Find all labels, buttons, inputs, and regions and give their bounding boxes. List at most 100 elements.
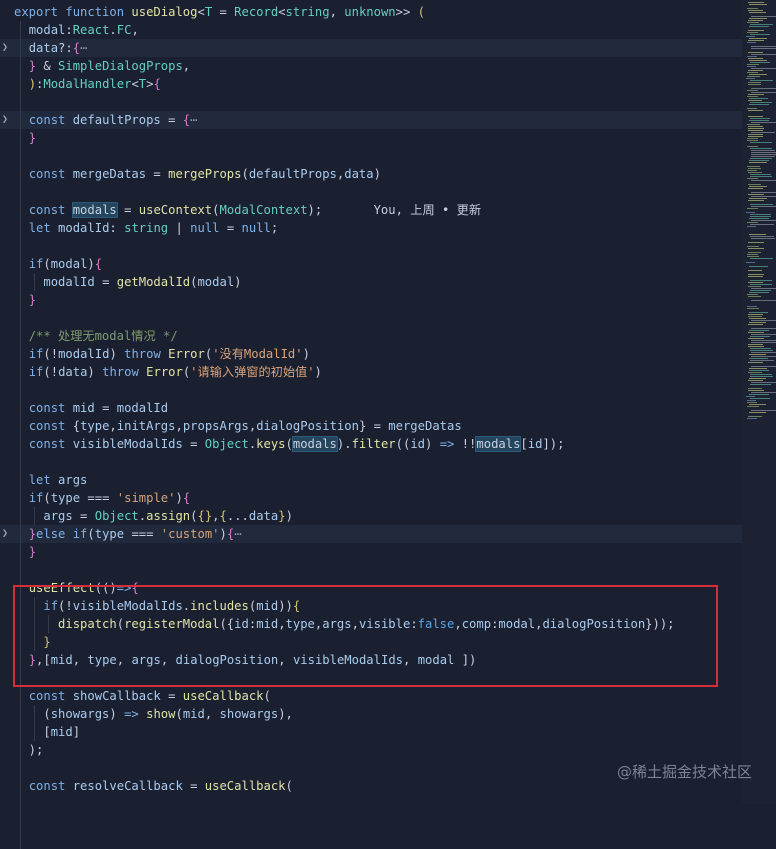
code-line[interactable] <box>0 381 742 399</box>
code-line[interactable]: useEffect(()=>{ <box>0 579 742 597</box>
code-line[interactable]: if(!data) throw Error('请输入弹窗的初始值') <box>0 363 742 381</box>
code-token: type <box>94 527 125 541</box>
code-line[interactable]: if(!visibleModalIds.includes(mid)){ <box>0 597 742 615</box>
code-token: Record <box>234 5 279 19</box>
minimap-line <box>748 416 762 417</box>
code-line[interactable]: ❯ data?:{⋯ <box>0 39 742 57</box>
code-line[interactable]: ); <box>0 741 742 759</box>
code-line[interactable]: const visibleModalIds = Object.keys(moda… <box>0 435 742 453</box>
code-token: } <box>278 509 286 523</box>
code-token: modals <box>71 202 118 218</box>
code-line[interactable]: dispatch(registerModal({id:mid,type,args… <box>0 615 742 633</box>
code-line[interactable]: args = Object.assign({},{...data}) <box>0 507 742 525</box>
code-line[interactable]: const modals = useContext(ModalContext);… <box>0 201 742 219</box>
code-token: ) <box>175 491 183 505</box>
minimap-line <box>750 142 772 143</box>
code-text: data?:{⋯ <box>14 39 88 57</box>
code-token: { <box>131 581 139 595</box>
code-line[interactable] <box>0 147 742 165</box>
code-line[interactable] <box>0 561 742 579</box>
code-line[interactable]: const {type,initArgs,propsArgs,dialogPos… <box>0 417 742 435</box>
code-line[interactable]: ❯ }else if(type === 'custom'){⋯ <box>0 525 742 543</box>
code-token: const <box>28 689 73 703</box>
code-token: let <box>28 221 59 235</box>
code-line[interactable]: export function useDialog<T = Record<str… <box>0 3 742 21</box>
minimap-line <box>751 92 776 93</box>
fold-chevron-icon[interactable]: ❯ <box>0 525 10 543</box>
minimap-line <box>748 274 764 275</box>
code-line[interactable]: if(modal){ <box>0 255 742 273</box>
code-line[interactable]: if(!modalId) throw Error('没有ModalId') <box>0 345 742 363</box>
minimap-line <box>748 134 763 135</box>
code-line[interactable]: const mid = modalId <box>0 399 742 417</box>
minimap-line <box>750 216 771 217</box>
code-line[interactable] <box>0 309 742 327</box>
code-line[interactable]: let modalId: string | null = null; <box>0 219 742 237</box>
code-token: visible <box>358 617 411 631</box>
code-token: ]); <box>542 437 565 451</box>
code-line[interactable]: } <box>0 129 742 147</box>
code-line[interactable]: let args <box>0 471 742 489</box>
code-line[interactable] <box>0 237 742 255</box>
minimap-line <box>748 168 761 169</box>
code-line[interactable]: modalId = getModalId(modal) <box>0 273 742 291</box>
code-line[interactable] <box>0 183 742 201</box>
minimap-line <box>749 234 766 235</box>
watermark: @稀土掘金技术社区 <box>616 763 752 781</box>
code-token: dialogPosition <box>542 617 646 631</box>
code-token: dispatch <box>58 617 117 631</box>
code-token: const <box>28 437 73 451</box>
code-token: = <box>160 689 183 703</box>
minimap-line <box>750 24 773 25</box>
code-line[interactable]: ❯ const defaultProps = {⋯ <box>0 111 742 129</box>
code-line[interactable]: modal:React.FC, <box>0 21 742 39</box>
minimap-line <box>749 60 767 61</box>
code-token: ⋯ <box>80 41 88 55</box>
code-line[interactable] <box>0 453 742 471</box>
code-token: ) <box>219 527 227 541</box>
minimap-line <box>749 354 766 355</box>
code-token: === <box>80 491 117 505</box>
minimap-line <box>751 356 776 357</box>
code-line[interactable]: const showCallback = useCallback( <box>0 687 742 705</box>
code-token: })); <box>645 617 675 631</box>
code-token: (( <box>395 437 411 451</box>
code-line[interactable]: } <box>0 543 742 561</box>
code-line[interactable]: const mergeDatas = mergeProps(defaultPro… <box>0 165 742 183</box>
code-line[interactable]: } & SimpleDialogProps, <box>0 57 742 75</box>
code-line[interactable]: /** 处理无modal情况 */ <box>0 327 742 345</box>
fold-chevron-icon[interactable]: ❯ <box>0 39 10 57</box>
minimap-line <box>747 32 758 33</box>
code-line[interactable] <box>0 669 742 687</box>
code-text: const showCallback = useCallback( <box>14 687 271 705</box>
code-line[interactable]: } <box>0 633 742 651</box>
code-token: useDialog <box>131 5 198 19</box>
code-token: if <box>28 347 44 361</box>
code-token: { <box>219 509 227 523</box>
minimap-line <box>749 26 769 27</box>
code-line[interactable]: } <box>0 291 742 309</box>
code-token: mid <box>72 401 95 415</box>
code-line[interactable]: [mid] <box>0 723 742 741</box>
minimap-line <box>751 238 775 239</box>
fold-chevron-icon[interactable]: ❯ <box>0 111 10 129</box>
code-token: ( <box>87 527 95 541</box>
code-token: ⋯ <box>190 113 198 127</box>
code-line[interactable]: if(type === 'simple'){ <box>0 489 742 507</box>
code-token: ) <box>314 365 322 379</box>
code-token: resolveCallback <box>72 779 183 793</box>
code-editor[interactable]: export function useDialog<T = Record<str… <box>0 0 742 849</box>
code-token: id <box>410 437 425 451</box>
code-line[interactable]: ):ModalHandler<T>{ <box>0 75 742 93</box>
code-token: : <box>410 617 418 631</box>
code-line[interactable]: (showargs) => show(mid, showargs), <box>0 705 742 723</box>
code-text: modalId = getModalId(modal) <box>14 273 241 291</box>
code-line[interactable]: },[mid, type, args, dialogPosition, visi… <box>0 651 742 669</box>
code-token: ... <box>226 509 249 523</box>
code-token: , <box>131 23 139 37</box>
code-line[interactable] <box>0 93 742 111</box>
minimap[interactable] <box>742 0 776 804</box>
